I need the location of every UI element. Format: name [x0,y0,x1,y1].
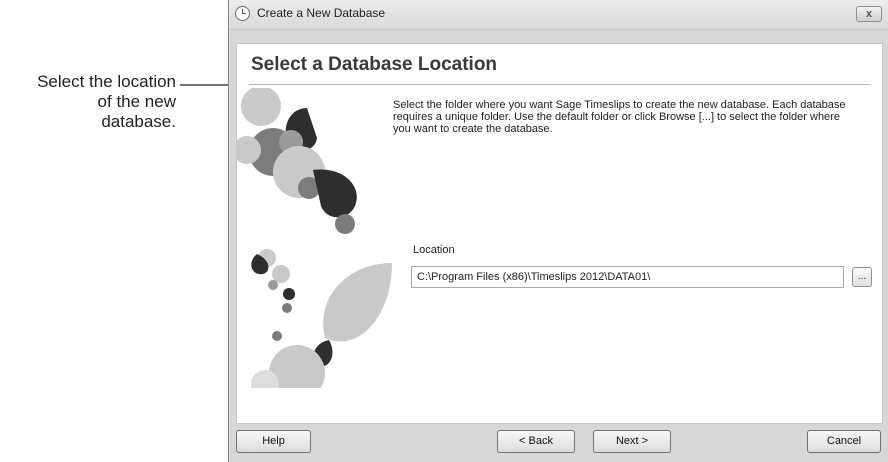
next-button[interactable]: Next > [593,430,671,453]
instructions-text: Select the folder where you want Sage Ti… [393,99,846,135]
callout-line-2: of the new [97,92,176,111]
location-input[interactable] [411,266,844,288]
callout-text: Select the location of the new database. [0,72,176,132]
title-bar[interactable]: Create a New Database x [229,0,888,30]
cancel-button[interactable]: Cancel [807,430,881,453]
close-icon: x [865,8,873,20]
window-title: Create a New Database [257,6,386,20]
decorative-droplet-art [237,88,392,388]
content-panel: Select a Database Location Select the fo… [236,43,883,424]
help-button[interactable]: Help [236,430,311,453]
browse-button[interactable]: ... [852,267,872,287]
close-button[interactable]: x [856,6,882,22]
back-button[interactable]: < Back [497,430,575,453]
callout-line-3: database. [101,112,176,131]
clock-icon [235,6,250,21]
page-title: Select a Database Location [251,54,498,75]
dialog-window: Create a New Database x Select a Databas… [228,0,888,462]
title-divider [249,84,870,85]
location-label: Location [413,244,455,256]
callout-line-1: Select the location [37,72,176,91]
